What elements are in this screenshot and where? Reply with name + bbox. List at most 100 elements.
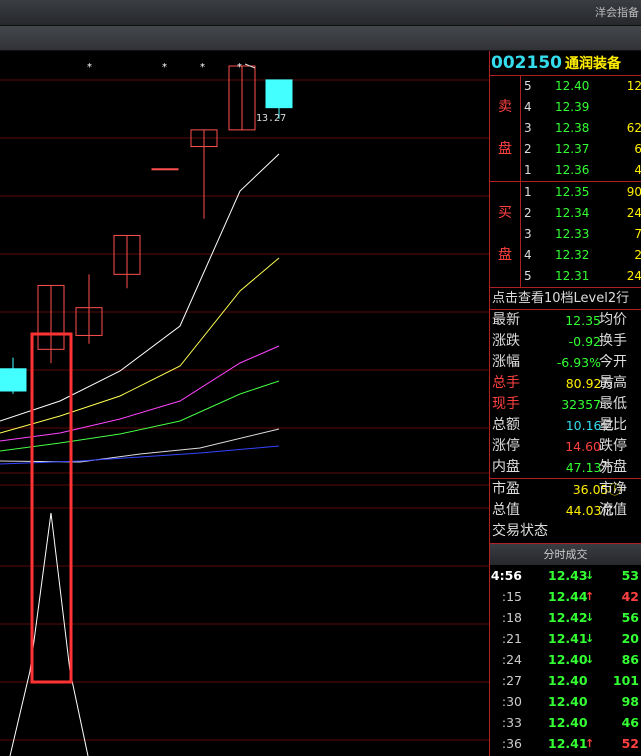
tick-row[interactable]: :21 12.41 ↓ 20 — [490, 628, 641, 649]
sell-price: 12.40 — [555, 79, 590, 93]
tick-row[interactable]: :30 12.40 98 — [490, 691, 641, 712]
sell-level: 4 — [524, 100, 532, 114]
stock-code[interactable]: 002150 — [490, 53, 562, 73]
sell-price: 12.37 — [555, 142, 590, 156]
tick-row[interactable]: :27 12.40 101 — [490, 670, 641, 691]
sell-row[interactable]: 2 12.37 6 — [521, 139, 641, 160]
arrow-down-icon: ↓ — [585, 611, 595, 624]
star-marker: * — [162, 62, 167, 73]
buy-volume: 7 — [634, 224, 641, 245]
buy-price: 12.35 — [555, 185, 590, 199]
kline-svg: * * * * — [0, 62, 489, 756]
quote-row-current: 现手 32357 最低 — [492, 396, 627, 412]
tick-time: :33 — [501, 715, 522, 730]
buy-row[interactable]: 2 12.34 24 — [521, 203, 641, 224]
sell-volume: 62 — [626, 121, 641, 135]
arrow-down-icon: ↓ — [585, 632, 595, 645]
tick-time: :24 — [501, 652, 522, 667]
tick-price: 12.43 — [548, 568, 588, 583]
kline-chart[interactable]: * * * * 13.27 — [0, 51, 489, 756]
toolbar — [0, 26, 641, 51]
buy-price: 12.33 — [555, 227, 590, 241]
candle-body — [0, 368, 27, 392]
buy-side-label: 买 盘 — [490, 182, 521, 287]
tick-row[interactable]: :15 12.44 ↑ 42 — [490, 586, 641, 607]
quote-panel: 002150 通润装备 卖 盘 5 12.40 12 4 12.39 3 12.38 62 2 12… — [489, 51, 641, 756]
tick-price: 12.44 — [548, 589, 588, 604]
buy-level: 5 — [524, 269, 532, 283]
sell-volume: 6 — [634, 139, 641, 160]
tick-volume: 46 — [621, 715, 639, 730]
buy-level: 3 — [524, 227, 532, 241]
high-price-label: 13.27 — [256, 113, 287, 124]
sell-side-label: 卖 盘 — [490, 76, 521, 181]
buy-row[interactable]: 4 12.32 2 — [521, 245, 641, 266]
tick-time: :18 — [501, 610, 522, 625]
tick-time: :36 — [501, 736, 522, 751]
buy-row[interactable]: 5 12.31 24 — [521, 266, 641, 287]
sell-row[interactable]: 3 12.38 62 — [521, 118, 641, 139]
tick-price: 12.41 — [548, 631, 588, 646]
buy-volume: 2 — [634, 245, 641, 266]
star-marker: * — [200, 62, 205, 73]
sell-level: 5 — [524, 79, 532, 93]
tick-price: 12.40 — [548, 715, 588, 730]
tick-volume: 52 — [621, 736, 639, 751]
arrow-up-icon: ↑ — [585, 590, 595, 603]
arrow-down-icon: ↓ — [585, 569, 595, 582]
indicator-line — [9, 512, 89, 756]
ticks-title[interactable]: 分时成交 — [490, 543, 641, 565]
buy-level: 2 — [524, 206, 532, 220]
toolbar-button[interactable]: 洋会指备 — [591, 0, 641, 25]
buy-price: 12.31 — [555, 269, 590, 283]
sell-row[interactable]: 4 12.39 — [521, 97, 641, 118]
buy-price: 12.32 — [555, 248, 590, 262]
moving-average-line — [0, 153, 280, 422]
quote-stats: 最新 12.35 均价 涨跌 -0.92 换手 涨幅 -6.93% 今开 总手 … — [490, 310, 641, 542]
tick-list: 14:5612.43↓53:1512.44↑42:1812.42↓56:2112… — [490, 565, 641, 756]
sell-volume: 12 — [626, 79, 641, 93]
tick-price: 12.41 — [548, 736, 588, 751]
tick-row[interactable]: :33 12.40 46 — [490, 712, 641, 733]
tick-volume: 42 — [621, 589, 639, 604]
tick-time: :27 — [501, 673, 522, 688]
arrow-up-icon: ↑ — [585, 737, 595, 750]
tick-price: 12.42 — [548, 610, 588, 625]
tick-volume: 56 — [621, 610, 639, 625]
buy-row[interactable]: 3 12.33 7 — [521, 224, 641, 245]
sell-price: 12.36 — [555, 163, 590, 177]
quote-row-pct: 涨幅 -6.93% 今开 — [492, 354, 627, 370]
tick-time: 14:56 — [490, 568, 522, 583]
tick-volume: 53 — [621, 568, 639, 583]
buy-level: 4 — [524, 248, 532, 262]
tick-volume: 20 — [621, 631, 639, 646]
quote-row-latest: 最新 12.35 均价 — [492, 312, 627, 328]
tick-volume: 98 — [621, 694, 639, 709]
quote-row-volume: 总手 80.92万 最高 — [492, 375, 627, 391]
sell-price: 12.39 — [555, 100, 590, 114]
sell-level: 1 — [524, 163, 532, 177]
buy-volume: 90 — [626, 185, 641, 199]
tick-time: :30 — [501, 694, 522, 709]
star-marker: * — [87, 62, 92, 73]
sell-row[interactable]: 5 12.40 12 — [521, 76, 641, 97]
quote-row-cap: 总值 44.03亿 流值 — [492, 502, 627, 518]
tick-row[interactable]: :24 12.40 ↓ 86 — [490, 649, 641, 670]
buy-row[interactable]: 1 12.35 90 — [521, 182, 641, 203]
tick-row[interactable]: :18 12.42 ↓ 56 — [490, 607, 641, 628]
tick-price: 12.40 — [548, 673, 588, 688]
quote-row-inner: 内盘 47.13万 外盘 — [490, 457, 641, 479]
buy-volume: 24 — [626, 269, 641, 283]
quote-row-change: 涨跌 -0.92 换手 — [492, 333, 627, 349]
tick-time: :15 — [501, 589, 522, 604]
stock-name[interactable]: 通润装备 — [565, 56, 621, 72]
buy-book: 买 盘 1 12.35 90 2 12.34 24 3 12.33 7 4 12.32 2 5 12.31… — [490, 182, 641, 288]
buy-level: 1 — [524, 185, 532, 199]
quote-row-status: 交易状态 — [492, 523, 548, 539]
sell-row[interactable]: 1 12.36 4 — [521, 160, 641, 181]
tick-row[interactable]: :36 12.41 ↑ 52 — [490, 733, 641, 754]
candle-body — [151, 168, 179, 171]
level2-link[interactable]: 点击查看10档Level2行 — [490, 288, 641, 310]
sell-book: 卖 盘 512.4012412.39312.3862212.376112.364 — [490, 76, 641, 182]
tick-row[interactable]: 14:56 12.43↓ 53 — [490, 565, 641, 586]
